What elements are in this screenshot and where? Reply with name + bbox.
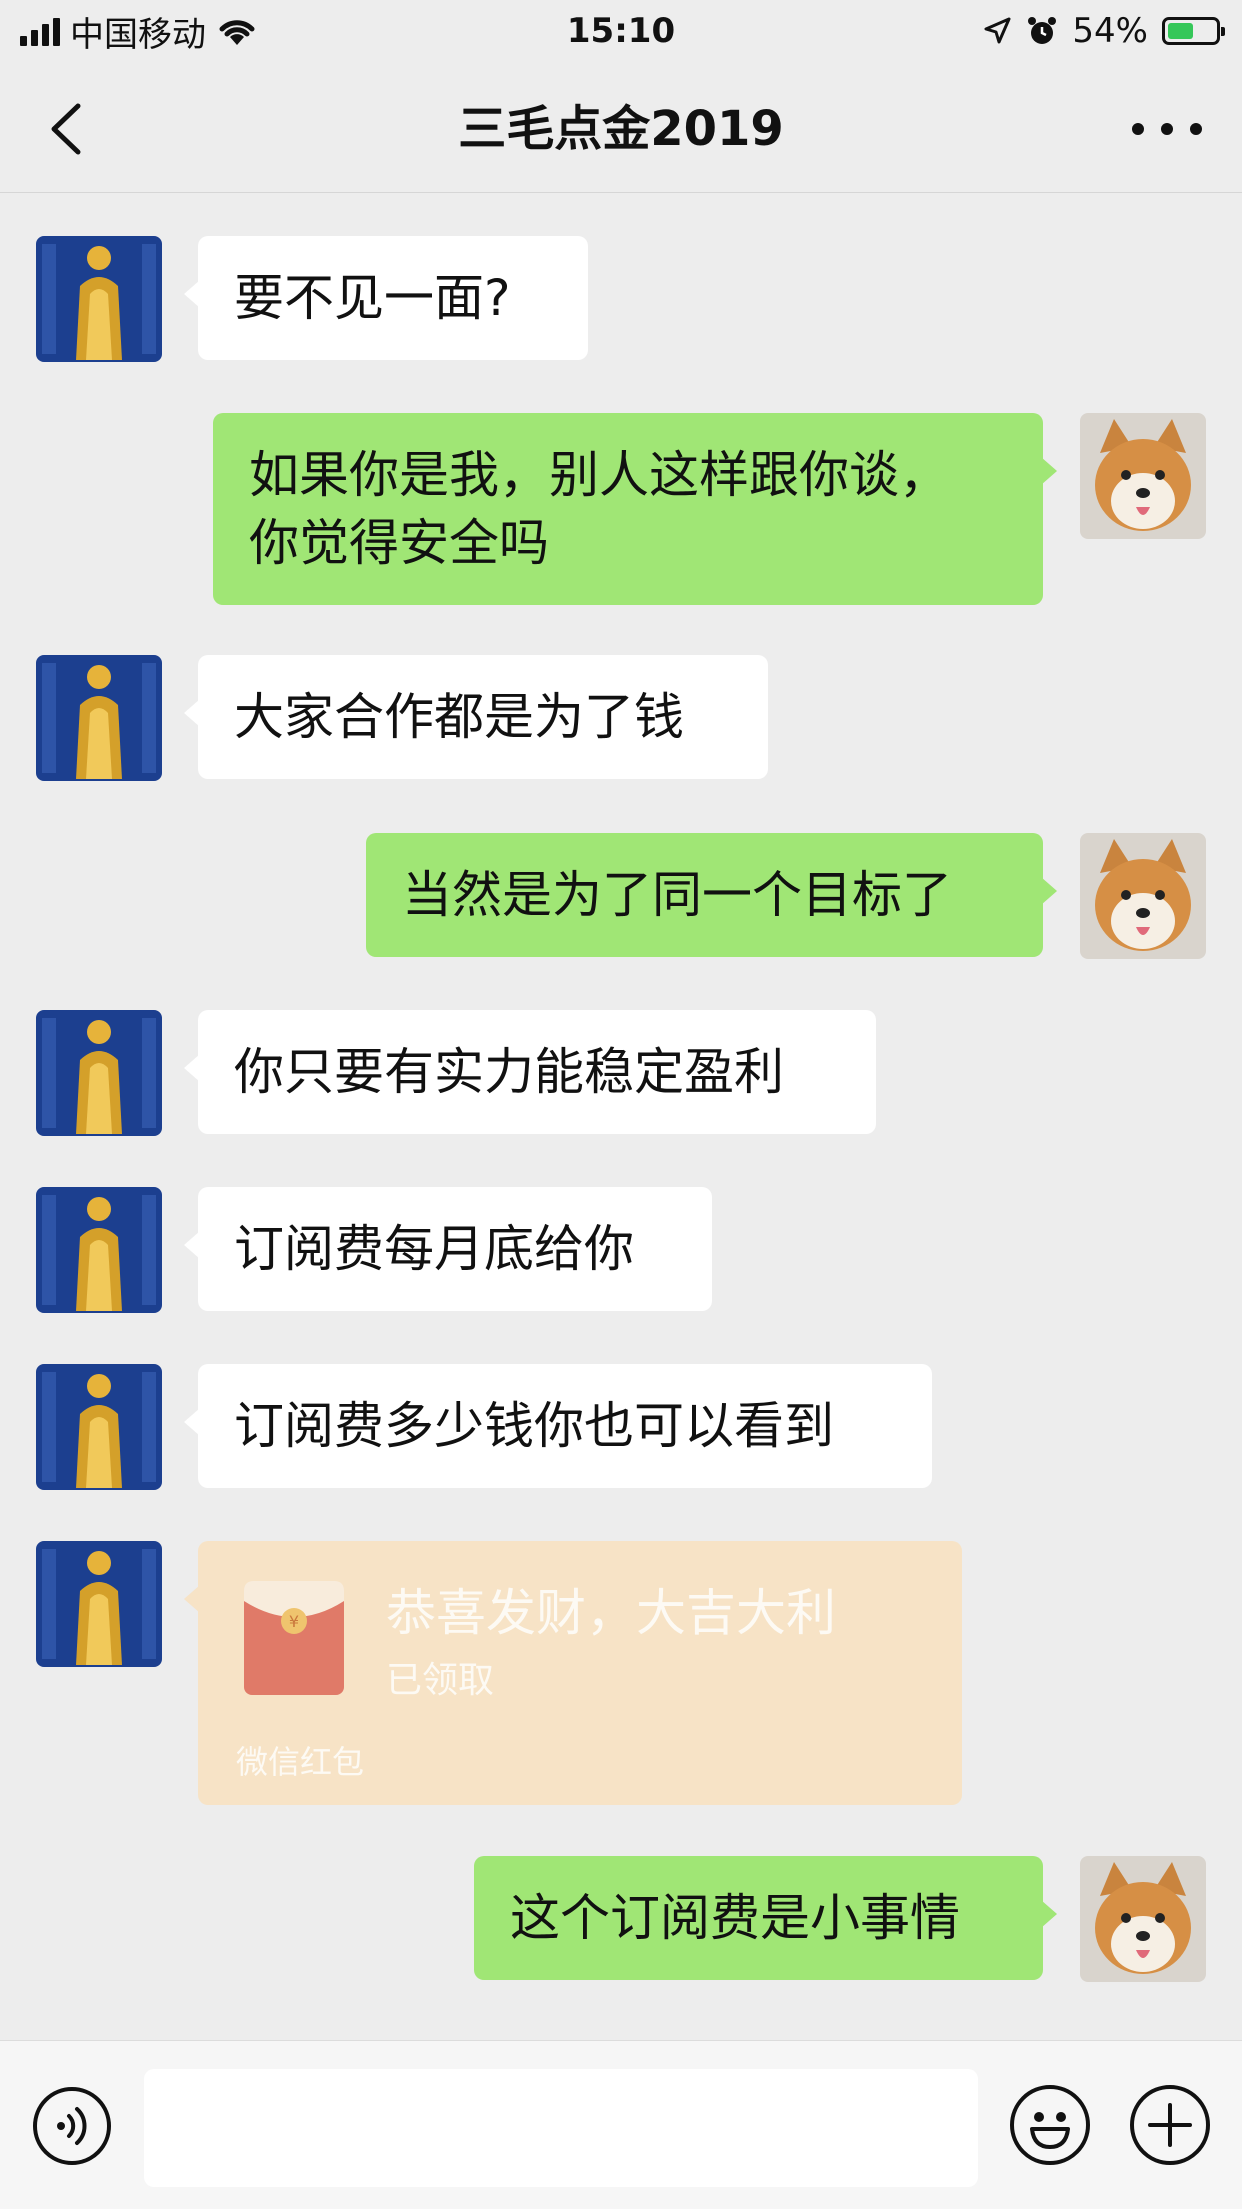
- avatar-buddha[interactable]: [36, 1187, 162, 1313]
- avatar-buddha[interactable]: [36, 1010, 162, 1136]
- avatar-buddha[interactable]: [36, 1364, 162, 1490]
- message-text: 大家合作都是为了钱: [234, 688, 684, 746]
- svg-text:¥: ¥: [289, 1612, 299, 1631]
- voice-icon[interactable]: [33, 2087, 111, 2165]
- message-row: ¥ 恭喜发财，大吉大利 已领取 微信红包: [0, 1541, 1242, 1805]
- message-row: 要不见一面?: [0, 236, 1242, 362]
- message-row: 如果你是我，别人这样跟你谈， 你觉得安全吗: [0, 413, 1242, 605]
- buddha-avatar-image: [36, 1010, 162, 1136]
- message-row: 订阅费多少钱你也可以看到: [0, 1364, 1242, 1490]
- message-bubble[interactable]: 如果你是我，别人这样跟你谈， 你觉得安全吗: [213, 413, 1057, 605]
- message-row: 当然是为了同一个目标了: [0, 833, 1242, 959]
- red-packet-card[interactable]: ¥ 恭喜发财，大吉大利 已领取 微信红包: [184, 1541, 962, 1805]
- avatar-buddha[interactable]: [36, 1541, 162, 1667]
- message-bubble[interactable]: 大家合作都是为了钱: [184, 655, 768, 779]
- message-bubble[interactable]: 订阅费多少钱你也可以看到: [184, 1364, 932, 1488]
- avatar-buddha[interactable]: [36, 236, 162, 362]
- red-packet-icon: ¥: [244, 1581, 344, 1695]
- chat-title: 三毛点金2019: [458, 101, 784, 157]
- battery-icon: [1162, 17, 1225, 45]
- alarm-icon: [1028, 17, 1057, 44]
- buddha-avatar-image: [36, 1364, 162, 1490]
- location-icon: [984, 17, 1011, 44]
- message-text: 要不见一面?: [234, 269, 511, 327]
- message-text-line: 你觉得安全吗: [249, 514, 549, 572]
- message-bubble[interactable]: 要不见一面?: [184, 236, 588, 360]
- message-text: 订阅费每月底给你: [234, 1220, 634, 1278]
- message-bubble[interactable]: 你只要有实力能稳定盈利: [184, 1010, 876, 1134]
- shiba-avatar-image: [1080, 1856, 1206, 1982]
- message-bubble[interactable]: 订阅费每月底给你: [184, 1187, 712, 1311]
- shiba-avatar-image: [1080, 833, 1206, 959]
- buddha-avatar-image: [36, 1541, 162, 1667]
- message-text: 这个订阅费是小事情: [510, 1889, 960, 1947]
- avatar-shiba[interactable]: [1080, 833, 1206, 959]
- avatar-shiba[interactable]: [1080, 1856, 1206, 1982]
- red-packet-footer: 微信红包: [236, 1743, 365, 1781]
- message-text: 你只要有实力能稳定盈利: [234, 1043, 784, 1101]
- message-row: 大家合作都是为了钱: [0, 655, 1242, 781]
- status-bar: 中国移动 15:10 54%: [0, 0, 1242, 64]
- message-text: 订阅费多少钱你也可以看到: [234, 1397, 834, 1455]
- input-bar: [0, 2040, 1242, 2209]
- status-right: 54%: [982, 8, 1225, 54]
- shiba-avatar-image: [1080, 413, 1206, 539]
- battery-percent: 54%: [1072, 11, 1148, 51]
- message-bubble[interactable]: 当然是为了同一个目标了: [366, 833, 1057, 957]
- message-row: 订阅费每月底给你: [0, 1187, 1242, 1313]
- message-row: 这个订阅费是小事情: [0, 1856, 1242, 1982]
- buddha-avatar-image: [36, 236, 162, 362]
- avatar-shiba[interactable]: [1080, 413, 1206, 539]
- red-packet-status: 已领取: [386, 1660, 495, 1701]
- message-bubble[interactable]: 这个订阅费是小事情: [474, 1856, 1057, 1980]
- message-text-line: 如果你是我，别人这样跟你谈，: [249, 446, 949, 504]
- nav-bar: 三毛点金2019: [0, 64, 1242, 193]
- plus-icon[interactable]: [1130, 2085, 1210, 2165]
- more-dots-icon[interactable]: [1132, 104, 1202, 154]
- message-input[interactable]: [144, 2069, 978, 2187]
- buddha-avatar-image: [36, 1187, 162, 1313]
- message-text: 当然是为了同一个目标了: [402, 866, 952, 924]
- red-packet-title: 恭喜发财，大吉大利: [386, 1584, 836, 1642]
- buddha-avatar-image: [36, 655, 162, 781]
- emoji-icon[interactable]: [1010, 2085, 1090, 2165]
- avatar-buddha[interactable]: [36, 655, 162, 781]
- message-row: 你只要有实力能稳定盈利: [0, 1010, 1242, 1136]
